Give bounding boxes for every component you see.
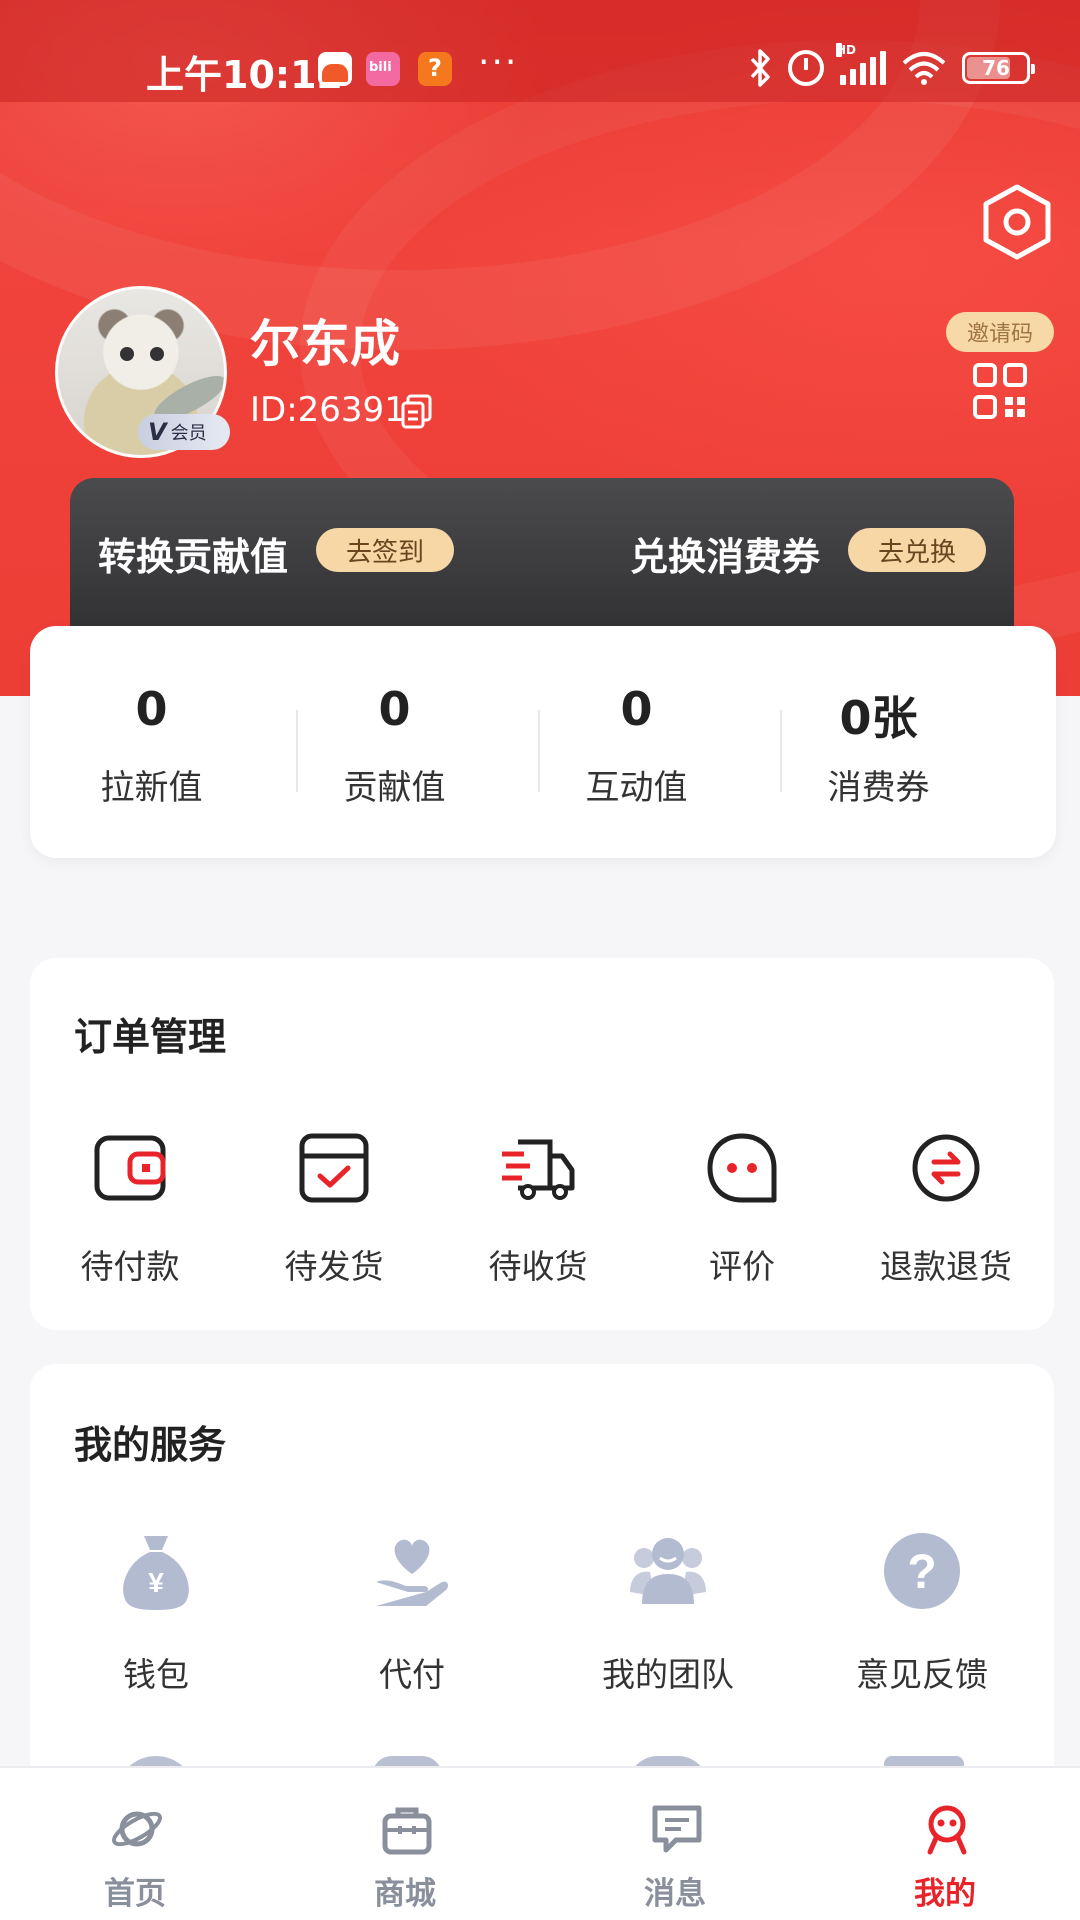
order-label: 待收货 [488,1247,588,1286]
battery-icon: 76 [962,52,1035,84]
order-review[interactable]: 评价 [642,1130,842,1290]
question-icon: ? [884,1533,960,1609]
refund-icon [912,1134,980,1202]
nav-home[interactable]: 首页 [0,1768,270,1920]
wifi-icon [902,52,946,85]
chat-bubble-icon [707,1133,777,1203]
box-check-icon [299,1133,369,1203]
order-pending-payment[interactable]: 待付款 [30,1130,230,1290]
wallet-icon [94,1135,166,1201]
svg-text:¥: ¥ [148,1567,164,1598]
stat-contribution[interactable]: 0 贡献值 [273,626,516,858]
order-pending-shipment[interactable]: 待发货 [234,1130,434,1290]
app-icon-question [418,52,452,86]
order-label: 退款退货 [880,1247,1012,1286]
service-feedback[interactable]: ? 意见反馈 [802,1530,1042,1700]
vip-badge: V 会员 [138,414,230,450]
order-label: 待付款 [80,1247,180,1286]
qr-code-icon[interactable] [972,362,1028,420]
stat-label: 贡献值 [343,768,446,808]
order-label: 待发货 [284,1247,384,1286]
nav-messages[interactable]: 消息 [540,1768,810,1920]
planet-icon [112,1811,162,1847]
invite-code-tag[interactable]: 邀请码 [946,312,1054,352]
order-label: 评价 [709,1247,775,1286]
order-pending-receipt[interactable]: 待收货 [438,1130,638,1290]
bilibili-icon [366,52,400,86]
stat-label: 消费券 [827,768,930,808]
signal-hd-label: HD [836,43,857,57]
app-icon-orange [318,52,352,86]
stat-value: 0 [378,682,411,736]
service-label: 钱包 [123,1655,189,1694]
nav-label: 消息 [644,1876,706,1912]
nav-label: 商城 [374,1876,436,1912]
truck-icon [502,1139,575,1200]
stat-value: 0 [135,682,168,736]
nav-mall[interactable]: 商城 [270,1768,540,1920]
message-icon [652,1805,702,1853]
redeem-coupon-label: 兑换消费券 [630,535,821,579]
vip-letter: V [148,418,167,446]
service-label: 代付 [379,1655,445,1694]
stat-label: 拉新值 [100,768,203,808]
money-bag-icon: ¥ [123,1536,189,1610]
status-time: 上午10:12 [146,53,343,97]
more-dots-icon: ··· [478,42,519,83]
battery-level: 76 [982,56,1010,80]
nav-label: 首页 [104,1876,166,1912]
shopping-bag-icon [382,1807,432,1855]
service-label: 意见反馈 [856,1655,988,1694]
team-icon [630,1538,706,1604]
service-my-team[interactable]: 我的团队 [548,1530,788,1700]
user-name: 尔东成 [250,315,400,373]
sign-in-button[interactable]: 去签到 [316,528,454,572]
service-wallet[interactable]: ¥ 钱包 [36,1530,276,1700]
copy-icon[interactable] [400,394,434,430]
convert-contribution-label: 转换贡献值 [98,535,289,579]
status-bar: 上午10:12 ··· HD 76 [0,0,1080,102]
nav-me[interactable]: 我的 [810,1768,1080,1920]
bluetooth-icon [750,49,770,87]
stat-new-users[interactable]: 0 拉新值 [30,626,273,858]
nav-label: 我的 [914,1876,976,1912]
order-refund[interactable]: 退款退货 [846,1130,1046,1290]
stat-value: 0张 [839,691,918,745]
alarm-icon [788,50,824,86]
stats-card: 0 拉新值 0 贡献值 0 互动值 0张 消费券 [30,626,1056,858]
profile-robot-icon [927,1805,967,1855]
svg-text:?: ? [907,1546,936,1599]
signal-icon: HD [836,43,886,85]
bottom-nav: 首页 商城 消息 我的 [0,1766,1080,1920]
redeem-button[interactable]: 去兑换 [848,528,986,572]
settings-icon[interactable] [982,184,1052,260]
services-title: 我的服务 [74,1423,227,1467]
vip-label: 会员 [170,423,207,444]
stat-value: 0 [620,682,653,736]
stat-coupons[interactable]: 0张 消费券 [757,626,1000,858]
heart-hand-icon [376,1539,449,1606]
user-id: ID:26391 [250,390,406,430]
orders-title: 订单管理 [74,1015,227,1059]
service-pay-for-others[interactable]: 代付 [292,1530,532,1700]
service-label: 我的团队 [602,1655,734,1694]
stat-interaction[interactable]: 0 互动值 [515,626,758,858]
stat-label: 互动值 [585,768,688,808]
